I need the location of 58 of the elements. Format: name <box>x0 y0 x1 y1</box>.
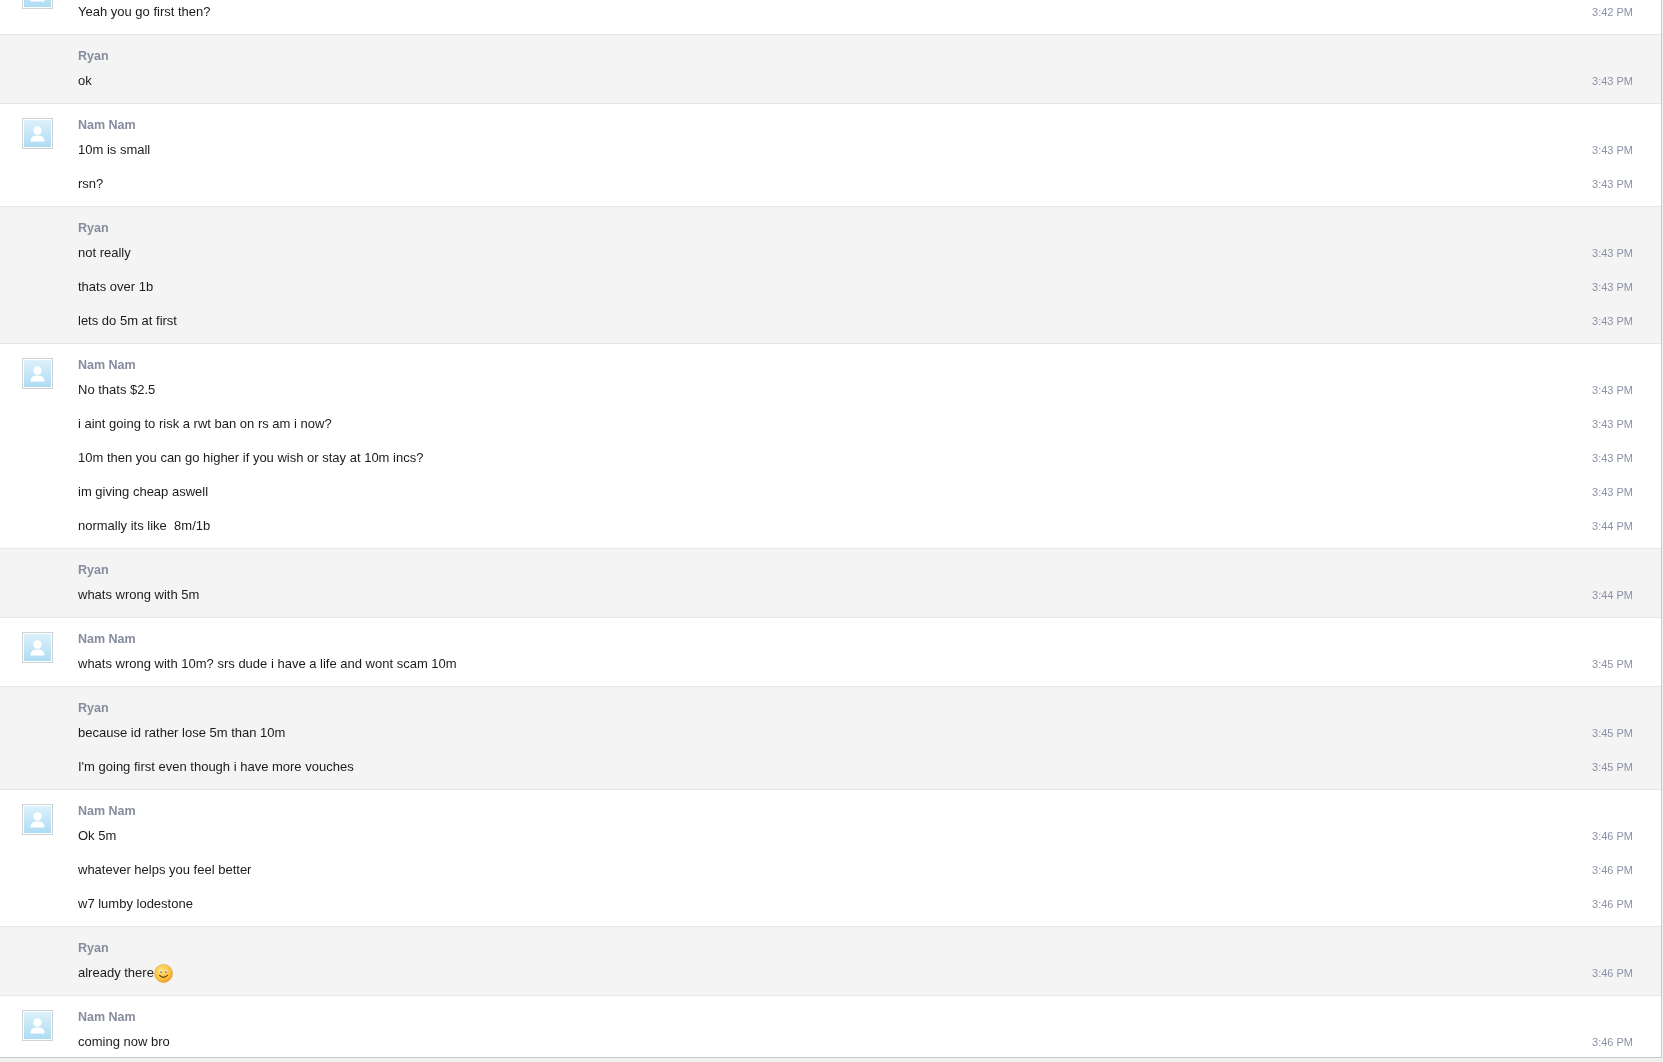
avatar-icon <box>22 632 53 663</box>
message-text: ok <box>78 73 92 89</box>
message-text: not really <box>78 245 131 261</box>
message-time: 3:46 PM <box>1592 897 1633 911</box>
message-time: 3:43 PM <box>1592 451 1633 465</box>
message-time: 3:43 PM <box>1592 383 1633 397</box>
sender-name: Ryan <box>78 48 109 64</box>
sender-name: Ryan <box>78 700 109 716</box>
avatar-icon <box>22 118 53 149</box>
smiley-icon <box>153 963 173 983</box>
sender-name: Nam Nam <box>78 1009 136 1025</box>
sender-name: Ryan <box>78 940 109 956</box>
message-time: 3:46 PM <box>1592 863 1633 877</box>
message-text: i aint going to risk a rwt ban on rs am i now? <box>78 416 332 432</box>
message-text: No thats $2.5 <box>78 382 156 398</box>
message-time: 3:45 PM <box>1592 760 1633 774</box>
sender-name: Ryan <box>78 220 109 236</box>
sender-name: Nam Nam <box>78 631 136 647</box>
sender-name: Nam Nam <box>78 117 136 133</box>
message-time: 3:43 PM <box>1592 74 1633 88</box>
message-text: 10m is small <box>78 142 151 158</box>
message-time: 3:46 PM <box>1592 1035 1633 1049</box>
message-time: 3:46 PM <box>1592 966 1633 980</box>
message-text: rsn? <box>78 176 104 192</box>
message-text: 10m then you can go higher if you wish or stay at 10m incs? <box>78 450 424 466</box>
message-text: whats wrong with 10m? srs dude i have a life and wont scam 10m <box>78 656 457 672</box>
message-time: 3:43 PM <box>1592 280 1633 294</box>
avatar-icon <box>22 1010 53 1041</box>
message-time: 3:46 PM <box>1592 829 1633 843</box>
message-text: thats over 1b <box>78 279 154 295</box>
avatar-icon <box>22 358 53 389</box>
message-text: lets do 5m at first <box>78 313 177 329</box>
message-time: 3:45 PM <box>1592 726 1633 740</box>
sender-name: Nam Nam <box>78 803 136 819</box>
message-time: 3:43 PM <box>1592 417 1633 431</box>
message-text: Ok 5m <box>78 828 117 844</box>
sender-name: Ryan <box>78 562 109 578</box>
message-time: 3:43 PM <box>1592 246 1633 260</box>
message-text: whats wrong with 5m <box>78 587 200 603</box>
message-time: 3:42 PM <box>1592 5 1633 19</box>
message-text: w7 lumby lodestone <box>78 896 193 912</box>
message-text: already there <box>78 965 154 981</box>
avatar-icon <box>22 804 53 835</box>
message-time: 3:45 PM <box>1592 657 1633 671</box>
message-text: normally its like 8m/1b <box>78 518 211 534</box>
message-time: 3:43 PM <box>1592 177 1633 191</box>
message-time: 3:43 PM <box>1592 143 1633 157</box>
message-text: whatever helps you feel better <box>78 862 252 878</box>
message-time: 3:44 PM <box>1592 588 1633 602</box>
message-text: coming now bro <box>78 1034 170 1050</box>
message-text: because id rather lose 5m than 10m <box>78 725 286 741</box>
message-text: I'm going first even though i have more vouches <box>78 759 354 775</box>
message-time: 3:43 PM <box>1592 314 1633 328</box>
sender-name: Nam Nam <box>78 357 136 373</box>
message-text: Yeah you go first then? <box>78 4 211 20</box>
message-text: im giving cheap aswell <box>78 484 209 500</box>
message-time: 3:43 PM <box>1592 485 1633 499</box>
message-time: 3:44 PM <box>1592 519 1633 533</box>
